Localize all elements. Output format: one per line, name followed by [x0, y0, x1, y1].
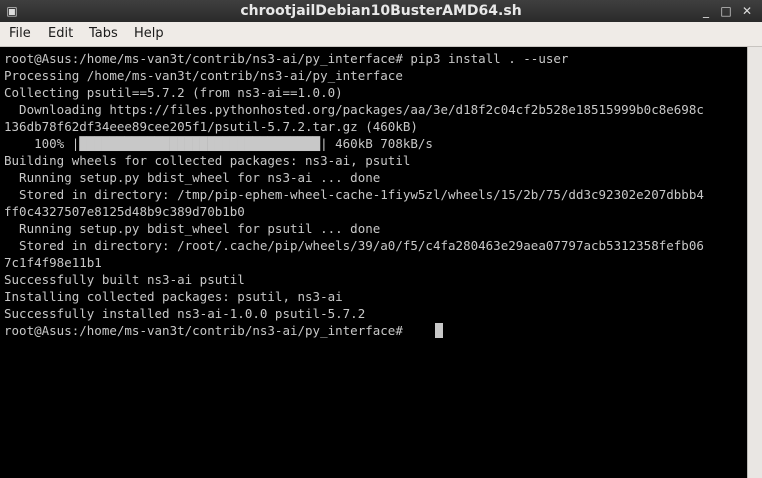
- terminal-line: Downloading https://files.pythonhosted.o…: [4, 102, 704, 117]
- title-bar[interactable]: ▣ chrootjailDebian10BusterAMD64.sh _ □ ✕: [0, 0, 762, 22]
- terminal-line: 136db78f62df34eee89cee205f1/psutil-5.7.2…: [4, 119, 418, 134]
- maximize-icon[interactable]: □: [718, 3, 734, 19]
- terminal-window: ▣ chrootjailDebian10BusterAMD64.sh _ □ ✕…: [0, 0, 762, 478]
- menu-tabs[interactable]: Tabs: [89, 22, 118, 46]
- terminal-line: Installing collected packages: psutil, n…: [4, 289, 343, 304]
- terminal-line: Collecting psutil==5.7.2 (from ns3-ai==1…: [4, 85, 343, 100]
- terminal-line: root@Asus:/home/ms-van3t/contrib/ns3-ai/…: [4, 51, 569, 66]
- close-icon[interactable]: ✕: [739, 3, 755, 19]
- terminal-line: Stored in directory: /root/.cache/pip/wh…: [4, 238, 704, 253]
- vertical-scrollbar[interactable]: [747, 47, 762, 478]
- menu-edit[interactable]: Edit: [48, 22, 73, 46]
- prompt-line: root@Asus:/home/ms-van3t/contrib/ns3-ai/…: [4, 323, 411, 338]
- window-title: chrootjailDebian10BusterAMD64.sh: [240, 3, 522, 19]
- terminal-cursor: [435, 323, 443, 338]
- terminal-line: Processing /home/ms-van3t/contrib/ns3-ai…: [4, 68, 403, 83]
- menu-help[interactable]: Help: [134, 22, 164, 46]
- progress-line: 100% |████████████████████████████████| …: [4, 136, 433, 151]
- terminal-line: Successfully built ns3-ai psutil: [4, 272, 245, 287]
- terminal-line: Successfully installed ns3-ai-1.0.0 psut…: [4, 306, 366, 321]
- terminal-line: 7c1f4f98e11b1: [4, 255, 102, 270]
- terminal-output[interactable]: root@Asus:/home/ms-van3t/contrib/ns3-ai/…: [0, 47, 747, 478]
- minimize-icon[interactable]: _: [698, 3, 714, 19]
- terminal-line: Running setup.py bdist_wheel for ns3-ai …: [4, 170, 381, 185]
- terminal-line: Building wheels for collected packages: …: [4, 153, 411, 168]
- menu-file[interactable]: File: [9, 22, 31, 46]
- menu-bar: File Edit Tabs Help: [0, 22, 762, 47]
- terminal-line: Running setup.py bdist_wheel for psutil …: [4, 221, 381, 236]
- terminal-line: ff0c4327507e8125d48b9c389d70b1b0: [4, 204, 245, 219]
- terminal-line: Stored in directory: /tmp/pip-ephem-whee…: [4, 187, 704, 202]
